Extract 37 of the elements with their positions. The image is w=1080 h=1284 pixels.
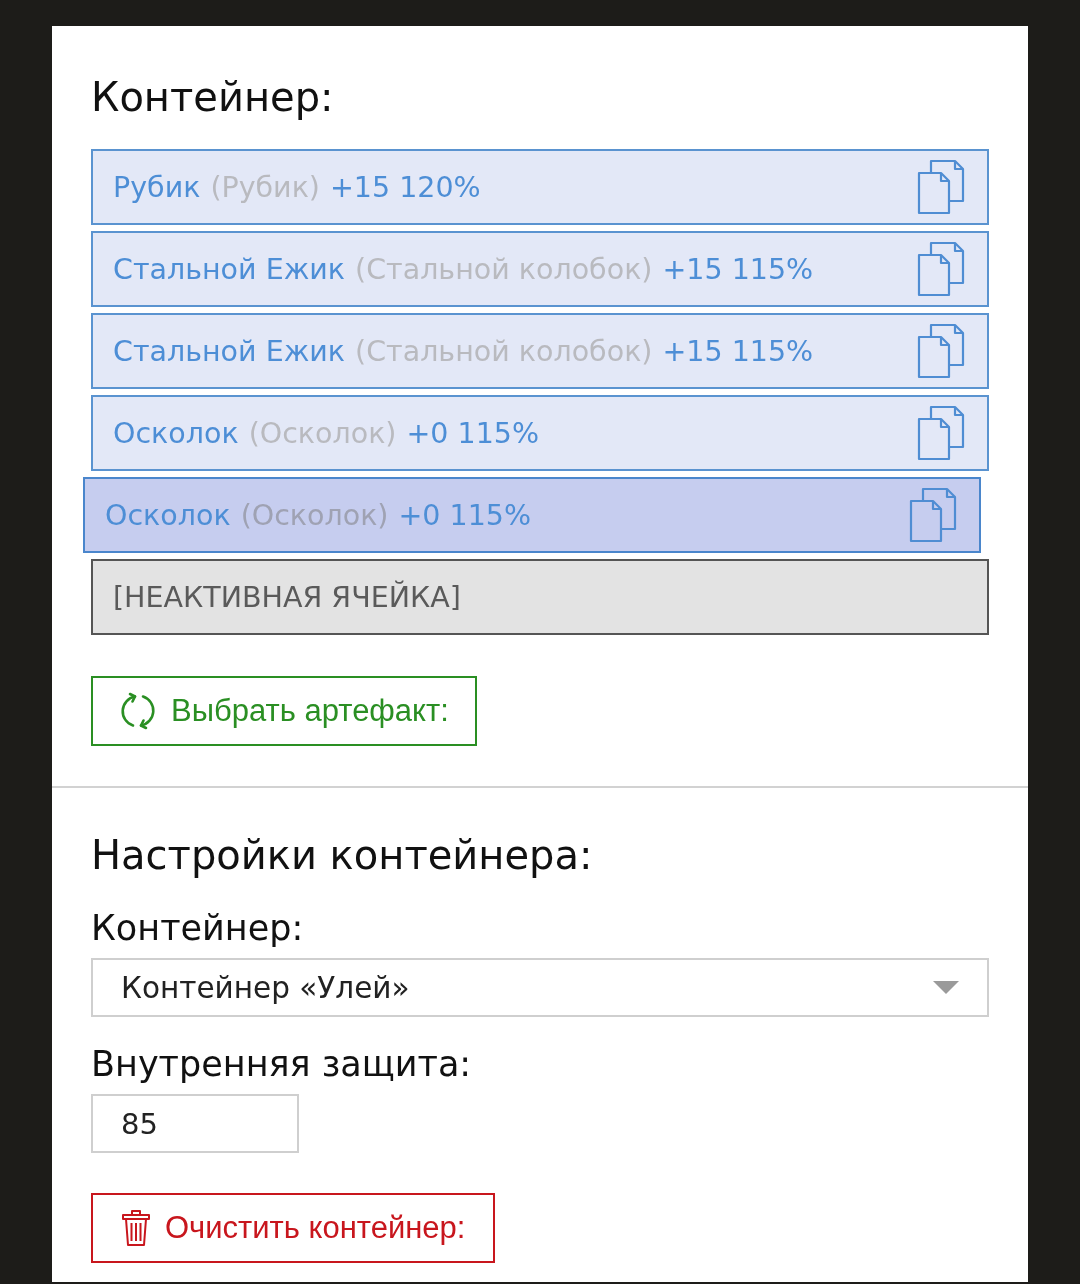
caret-icon — [933, 981, 959, 994]
copy-icon[interactable] — [909, 487, 957, 543]
artifact-slot[interactable]: Осколок (Осколок) +0 115% — [83, 477, 981, 553]
bonus-stats: +15 120% — [330, 170, 481, 204]
artifact-name: Стальной Ежик — [113, 334, 346, 368]
artifact-slot[interactable]: Стальной Ежик (Стальной колобок) +15 115% — [91, 231, 989, 307]
artifact-name: Осколок — [113, 416, 239, 450]
field-label: Контейнер: — [91, 908, 305, 948]
artifact-slot[interactable]: Стальной Ежик (Стальной колобок) +15 115% — [91, 313, 989, 389]
field-label: Внутренняя защита: — [91, 1044, 473, 1084]
trash-icon — [121, 1210, 151, 1246]
original-name: (Осколок) — [240, 498, 389, 532]
copy-icon[interactable] — [917, 405, 965, 461]
copy-icon[interactable] — [917, 323, 965, 379]
artifact-name: Стальной Ежик — [113, 252, 346, 286]
protection-input[interactable]: 85 — [91, 1094, 299, 1153]
artifact-slot[interactable]: Рубик (Рубик) +15 120% — [91, 149, 989, 225]
bonus-stats: +15 115% — [662, 252, 814, 286]
choose-artifact-button[interactable]: Выбрать артефакт: — [91, 676, 477, 746]
artifact-name: Осколок — [105, 498, 231, 532]
artifact-slot[interactable]: Осколок (Осколок) +0 115% — [91, 395, 989, 471]
bonus-stats: +15 115% — [662, 334, 814, 368]
bonus-stats: +0 115% — [406, 416, 540, 450]
container-select[interactable]: Контейнер «Улей» — [91, 958, 989, 1017]
original-name: (Осколок) — [248, 416, 397, 450]
section-title: Настройки контейнера: — [91, 832, 594, 878]
inactive-slot: [НЕАКТИВНАЯ ЯЧЕЙКА] — [91, 559, 989, 635]
original-name: (Стальной колобок) — [355, 334, 653, 368]
original-name: (Стальной колобок) — [355, 252, 653, 286]
bonus-stats: +0 115% — [398, 498, 532, 532]
section-title: Контейнер: — [91, 74, 335, 120]
artifact-name: Рубик — [113, 170, 201, 204]
clear-container-button[interactable]: Очистить контейнер: — [91, 1193, 496, 1263]
copy-icon[interactable] — [917, 241, 965, 297]
refresh-icon — [119, 692, 157, 730]
copy-icon[interactable] — [917, 159, 965, 215]
original-name: (Рубик) — [210, 170, 320, 204]
